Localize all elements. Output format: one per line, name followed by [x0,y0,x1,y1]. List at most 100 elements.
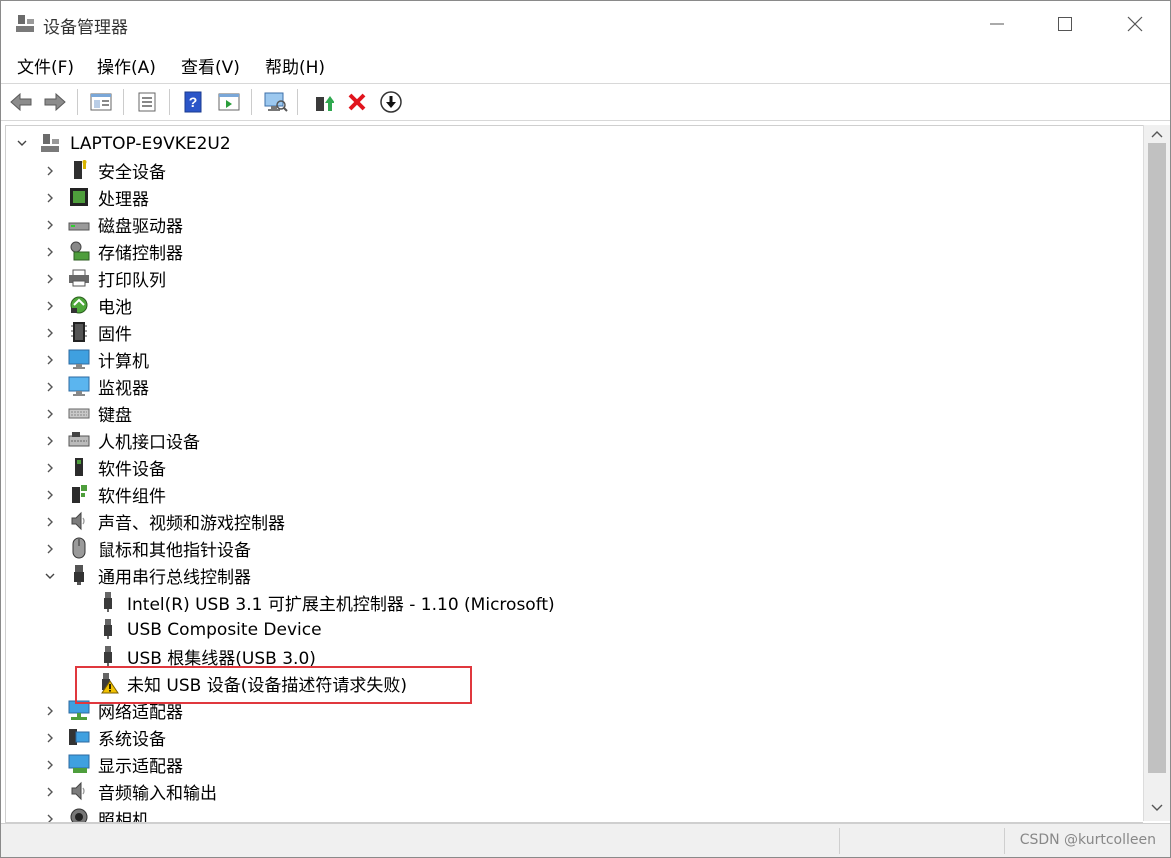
status-bar: CSDN @kurtcolleen [1,823,1170,857]
firmware-icon [71,322,87,342]
tree-category-row[interactable]: 系统设备 [6,724,1136,751]
action-pane-button[interactable] [215,88,243,116]
chevron-right-icon[interactable] [44,327,56,339]
disable-device-button[interactable] [377,88,405,116]
chevron-right-icon[interactable] [44,192,56,204]
tree-category-row[interactable]: 人机接口设备 [6,427,1136,454]
menu-help[interactable]: 帮助(H) [265,53,325,78]
chevron-right-icon[interactable] [44,705,56,717]
tree-category-row[interactable]: 软件组件 [6,481,1136,508]
tree-category-row[interactable]: 键盘 [6,400,1136,427]
software-device-icon [75,458,83,476]
close-button[interactable] [1100,1,1170,47]
scan-hardware-button[interactable] [261,88,289,116]
menu-view[interactable]: 查看(V) [181,53,240,78]
chevron-right-icon[interactable] [44,543,56,555]
title-bar: 设备管理器 [1,1,1170,47]
chevron-right-icon[interactable] [44,786,56,798]
chevron-right-icon[interactable] [44,435,56,447]
scroll-up-icon[interactable] [1151,129,1163,139]
camera-icon [70,808,88,822]
tree-root[interactable]: LAPTOP-E9VKE2U2 [6,130,1136,157]
category-label: 通用串行总线控制器 [98,568,251,588]
usb-icon [74,565,84,585]
audio-io-icon [71,781,85,801]
toolbar: ? [1,83,1170,121]
laptop-computer-icon [41,134,59,152]
scrollbar-thumb[interactable] [1148,143,1166,773]
action-pane-icon [218,93,240,111]
toolbar-separator [123,89,124,115]
minimize-button[interactable] [962,1,1032,47]
tree-category-row[interactable]: 鼠标和其他指针设备 [6,535,1136,562]
chevron-right-icon[interactable] [44,273,56,285]
category-label: 声音、视频和游戏控制器 [98,514,285,534]
toolbar-separator [169,89,170,115]
tree-device-row[interactable]: Intel(R) USB 3.1 可扩展主机控制器 - 1.10 (Micros… [6,589,1136,616]
category-label: 系统设备 [98,730,166,750]
menu-bar: 文件(F) 操作(A) 查看(V) 帮助(H) [1,49,1170,81]
forward-button[interactable] [41,88,69,116]
disable-device-icon [380,91,402,113]
display-adapter-icon [68,754,90,773]
category-label: 计算机 [98,352,149,372]
category-label: 人机接口设备 [98,433,200,453]
back-icon [10,92,32,112]
tree-category-row[interactable]: 处理器 [6,184,1136,211]
device-label: Intel(R) USB 3.1 可扩展主机控制器 - 1.10 (Micros… [127,595,555,615]
uninstall-device-button[interactable] [343,88,371,116]
tree-category-row[interactable]: 安全设备 [6,157,1136,184]
processor-icon [70,188,88,206]
device-label: USB Composite Device [127,619,322,640]
usb-icon [104,646,112,666]
tree-category-row[interactable]: 声音、视频和游戏控制器 [6,508,1136,535]
sound-icon [71,511,85,531]
chevron-right-icon[interactable] [44,516,56,528]
chevron-right-icon[interactable] [44,759,56,771]
usb-icon [104,592,112,612]
tree-category-row[interactable]: 固件 [6,319,1136,346]
scroll-down-icon[interactable] [1151,803,1163,813]
chevron-right-icon[interactable] [44,732,56,744]
chevron-down-icon[interactable] [16,137,28,149]
chevron-right-icon[interactable] [44,381,56,393]
tree-device-row[interactable]: USB Composite Device [6,616,1136,643]
toolbar-separator [251,89,252,115]
chevron-right-icon[interactable] [44,408,56,420]
properties-button[interactable] [133,88,161,116]
tree-category-row[interactable]: 计算机 [6,346,1136,373]
tree-category-row[interactable]: 软件设备 [6,454,1136,481]
chevron-down-icon[interactable] [44,570,56,582]
chevron-right-icon[interactable] [44,246,56,258]
tree-category-row[interactable]: 监视器 [6,373,1136,400]
help-button[interactable]: ? [179,88,207,116]
chevron-right-icon[interactable] [44,354,56,366]
chevron-right-icon[interactable] [44,165,56,177]
update-driver-button[interactable] [309,88,337,116]
back-button[interactable] [7,88,35,116]
status-divider [839,828,840,854]
chevron-right-icon[interactable] [44,219,56,231]
tree-category-row[interactable]: 磁盘驱动器 [6,211,1136,238]
tree-category-row[interactable]: 显示适配器 [6,751,1136,778]
close-icon [1127,16,1143,32]
tree-category-row[interactable]: 音频输入和输出 [6,778,1136,805]
window-title: 设备管理器 [43,18,128,38]
menu-action[interactable]: 操作(A) [97,53,156,78]
vertical-scrollbar[interactable] [1143,125,1170,821]
chevron-right-icon[interactable] [44,300,56,312]
show-hide-tree-button[interactable] [87,88,115,116]
tree-category-row[interactable]: 存储控制器 [6,238,1136,265]
chevron-right-icon[interactable] [44,462,56,474]
tree-category-row[interactable]: 电池 [6,292,1136,319]
tree-category-row[interactable]: 打印队列 [6,265,1136,292]
chevron-right-icon[interactable] [44,813,56,823]
watermark: CSDN @kurtcolleen [1019,832,1156,848]
category-label: 鼠标和其他指针设备 [98,541,251,561]
chevron-right-icon[interactable] [44,489,56,501]
maximize-button[interactable] [1030,1,1100,47]
usb-icon [104,619,112,639]
tree-category-row-expanded[interactable]: 通用串行总线控制器 [6,562,1136,589]
tree-category-row[interactable]: 照相机 [6,805,1136,823]
menu-file[interactable]: 文件(F) [17,53,74,78]
